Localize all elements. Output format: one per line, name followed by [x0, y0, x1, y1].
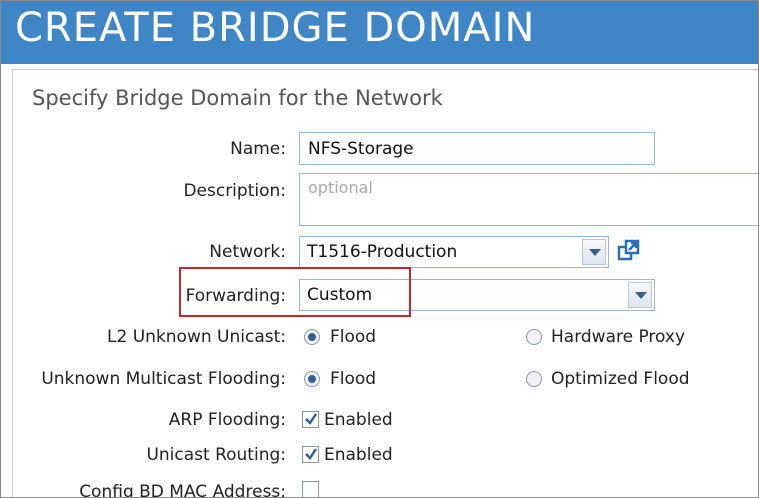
l2-unicast-hardware-proxy-label: Hardware Proxy — [551, 327, 686, 347]
name-input-value: NFS-Storage — [308, 139, 414, 159]
multicast-flood-radio[interactable] — [304, 371, 320, 387]
name-input[interactable]: NFS-Storage — [299, 132, 655, 165]
l2-unicast-hardware-proxy-radio[interactable] — [526, 329, 542, 345]
description-placeholder: optional — [308, 178, 373, 197]
dialog-window: CREATE BRIDGE DOMAIN Specify Bridge Doma… — [0, 0, 759, 498]
multicast-optimized-flood-label: Optimized Flood — [551, 369, 690, 389]
unicast-routing-label: Unicast Routing: — [146, 445, 286, 465]
checkmark-icon — [305, 448, 317, 460]
multicast-flood-label: Flood — [330, 369, 377, 389]
forwarding-highlight — [179, 267, 411, 317]
config-bd-mac-checkbox[interactable] — [302, 481, 319, 497]
title-bar: CREATE BRIDGE DOMAIN — [1, 1, 758, 64]
network-label: Network: — [209, 242, 286, 262]
arp-flooding-option-label: Enabled — [324, 410, 393, 430]
network-select[interactable]: T1516-Production — [299, 236, 609, 268]
network-select-value: T1516-Production — [307, 242, 458, 262]
arp-flooding-checkbox[interactable] — [302, 411, 319, 428]
description-input[interactable]: optional — [299, 173, 758, 226]
description-label: Description: — [183, 181, 286, 201]
config-bd-mac-label: Config BD MAC Address: — [79, 482, 286, 498]
l2-unknown-unicast-label: L2 Unknown Unicast: — [107, 327, 286, 347]
chevron-down-icon[interactable] — [582, 239, 606, 265]
open-external-icon[interactable] — [616, 238, 642, 264]
multicast-optimized-flood-radio[interactable] — [526, 371, 542, 387]
name-label: Name: — [230, 139, 286, 159]
dialog-title: CREATE BRIDGE DOMAIN — [15, 5, 536, 51]
chevron-down-icon[interactable] — [628, 282, 652, 308]
l2-unicast-flood-label: Flood — [330, 327, 377, 347]
unicast-routing-option-label: Enabled — [324, 445, 393, 465]
l2-unicast-flood-radio[interactable] — [304, 329, 320, 345]
unicast-routing-checkbox[interactable] — [302, 446, 319, 463]
arp-flooding-label: ARP Flooding: — [168, 410, 286, 430]
checkmark-icon — [305, 413, 317, 425]
unknown-multicast-flooding-label: Unknown Multicast Flooding: — [41, 369, 286, 389]
panel-subtitle: Specify Bridge Domain for the Network — [32, 86, 443, 110]
